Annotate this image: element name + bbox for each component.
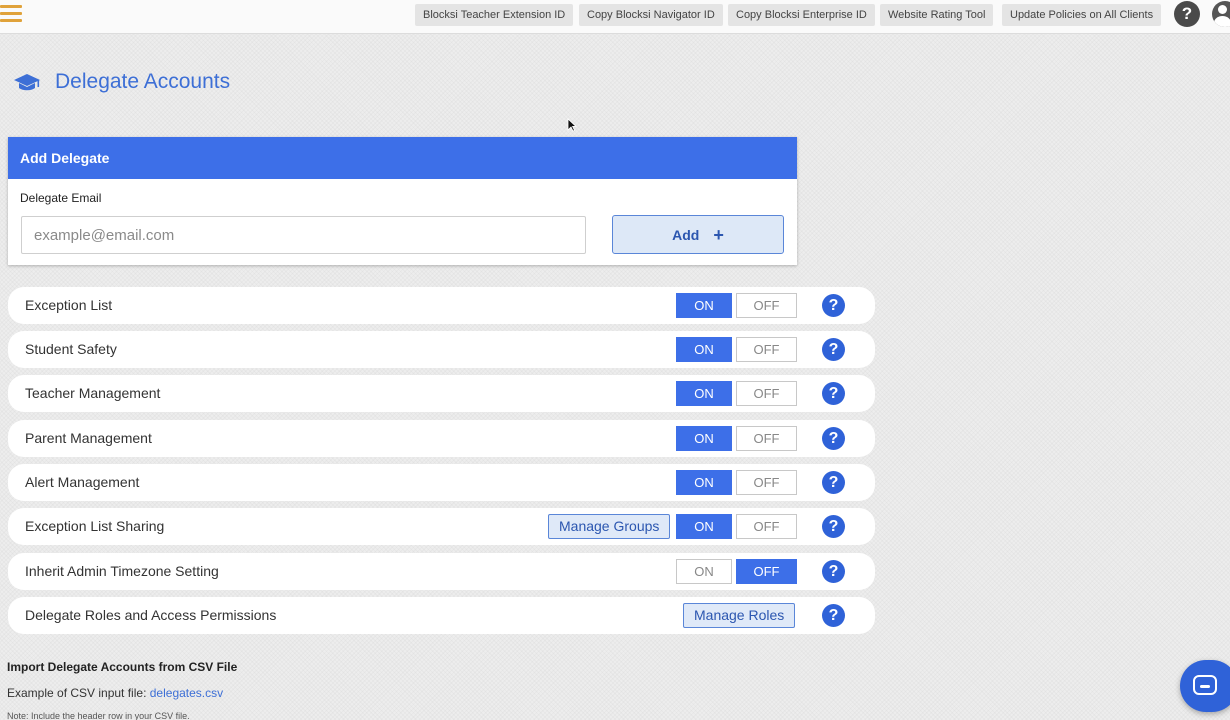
parent-management-off-button[interactable]: OFF (736, 426, 797, 451)
exception-list-sharing-toggle: ON OFF (676, 514, 798, 539)
student-safety-toggle: ON OFF (676, 337, 798, 362)
setting-label: Parent Management (25, 430, 152, 446)
help-icon[interactable]: ? (822, 560, 845, 583)
inherit-timezone-off-button[interactable]: OFF (736, 559, 797, 584)
delegates-csv-link[interactable]: delegates.csv (150, 686, 223, 700)
help-icon[interactable]: ? (822, 338, 845, 361)
profile-avatar-icon[interactable] (1212, 1, 1230, 27)
inherit-timezone-on-button[interactable]: ON (676, 559, 732, 584)
import-note: Note: Include the header row in your CSV… (7, 711, 190, 720)
parent-management-toggle: ON OFF (676, 426, 798, 451)
alert-management-toggle: ON OFF (676, 470, 798, 495)
help-icon[interactable]: ? (822, 604, 845, 627)
setting-label: Inherit Admin Timezone Setting (25, 563, 219, 579)
setting-row-parent-management: Parent Management ON OFF ? (8, 420, 875, 457)
setting-label: Exception List Sharing (25, 518, 165, 534)
setting-row-inherit-timezone: Inherit Admin Timezone Setting ON OFF ? (8, 553, 875, 590)
help-icon[interactable]: ? (822, 294, 845, 317)
import-example-text: Example of CSV input file: (7, 686, 147, 700)
add-delegate-card: Add Delegate Delegate Email Add + (8, 137, 797, 265)
parent-management-on-button[interactable]: ON (676, 426, 732, 451)
teacher-management-toggle: ON OFF (676, 381, 798, 406)
setting-label: Delegate Roles and Access Permissions (25, 607, 277, 623)
exception-list-off-button[interactable]: OFF (736, 293, 797, 318)
inherit-timezone-toggle: ON OFF (676, 559, 798, 584)
help-icon[interactable]: ? (822, 427, 845, 450)
setting-row-delegate-roles: Delegate Roles and Access Permissions Ma… (8, 597, 875, 634)
manage-roles-button[interactable]: Manage Roles (683, 603, 796, 628)
setting-label: Exception List (25, 297, 113, 313)
import-example: Example of CSV input file: delegates.csv (7, 686, 223, 700)
setting-row-exception-list: Exception List ON OFF ? (8, 287, 875, 324)
mouse-cursor-icon (567, 118, 577, 132)
page-title: Delegate Accounts (55, 70, 231, 93)
help-icon[interactable]: ? (822, 471, 845, 494)
exception-list-toggle: ON OFF (676, 293, 798, 318)
setting-row-student-safety: Student Safety ON OFF ? (8, 331, 875, 368)
copy-navigator-id-button[interactable]: Copy Blocksi Navigator ID (579, 4, 723, 26)
add-button-label: Add (672, 226, 700, 243)
chat-icon (1193, 675, 1217, 695)
setting-row-exception-list-sharing: Exception List Sharing Manage Groups ON … (8, 508, 875, 545)
graduation-cap-icon (14, 74, 40, 91)
top-bar: Blocksi Teacher Extension ID Copy Blocks… (0, 0, 1230, 34)
page-header: Delegate Accounts (13, 68, 230, 96)
update-policies-button[interactable]: Update Policies on All Clients (1002, 4, 1162, 26)
add-delegate-header: Add Delegate (8, 137, 797, 179)
setting-label: Alert Management (25, 474, 140, 490)
setting-label: Student Safety (25, 341, 117, 357)
help-icon[interactable]: ? (822, 382, 845, 405)
setting-row-alert-management: Alert Management ON OFF ? (8, 464, 875, 501)
student-safety-off-button[interactable]: OFF (736, 337, 797, 362)
alert-management-on-button[interactable]: ON (676, 470, 732, 495)
exception-list-on-button[interactable]: ON (676, 293, 732, 318)
add-delegate-button[interactable]: Add + (612, 215, 784, 254)
copy-enterprise-id-button[interactable]: Copy Blocksi Enterprise ID (728, 4, 875, 26)
setting-label: Teacher Management (25, 385, 161, 401)
menu-icon[interactable] (0, 3, 22, 23)
teacher-management-on-button[interactable]: ON (676, 381, 732, 406)
help-icon[interactable]: ? (822, 515, 845, 538)
website-rating-tool-button[interactable]: Website Rating Tool (880, 4, 994, 26)
import-title: Import Delegate Accounts from CSV File (7, 660, 238, 674)
teacher-management-off-button[interactable]: OFF (736, 381, 797, 406)
exception-list-sharing-on-button[interactable]: ON (676, 514, 732, 539)
teacher-extension-id-button[interactable]: Blocksi Teacher Extension ID (415, 4, 574, 26)
plus-icon: + (713, 224, 724, 245)
exception-list-sharing-off-button[interactable]: OFF (736, 514, 797, 539)
chat-button[interactable] (1180, 660, 1230, 712)
delegate-email-label: Delegate Email (20, 191, 102, 205)
delegate-email-input[interactable] (21, 216, 586, 254)
student-safety-on-button[interactable]: ON (676, 337, 732, 362)
alert-management-off-button[interactable]: OFF (736, 470, 797, 495)
setting-row-teacher-management: Teacher Management ON OFF ? (8, 375, 875, 412)
help-icon[interactable]: ? (1174, 1, 1200, 27)
manage-groups-button[interactable]: Manage Groups (548, 514, 671, 539)
